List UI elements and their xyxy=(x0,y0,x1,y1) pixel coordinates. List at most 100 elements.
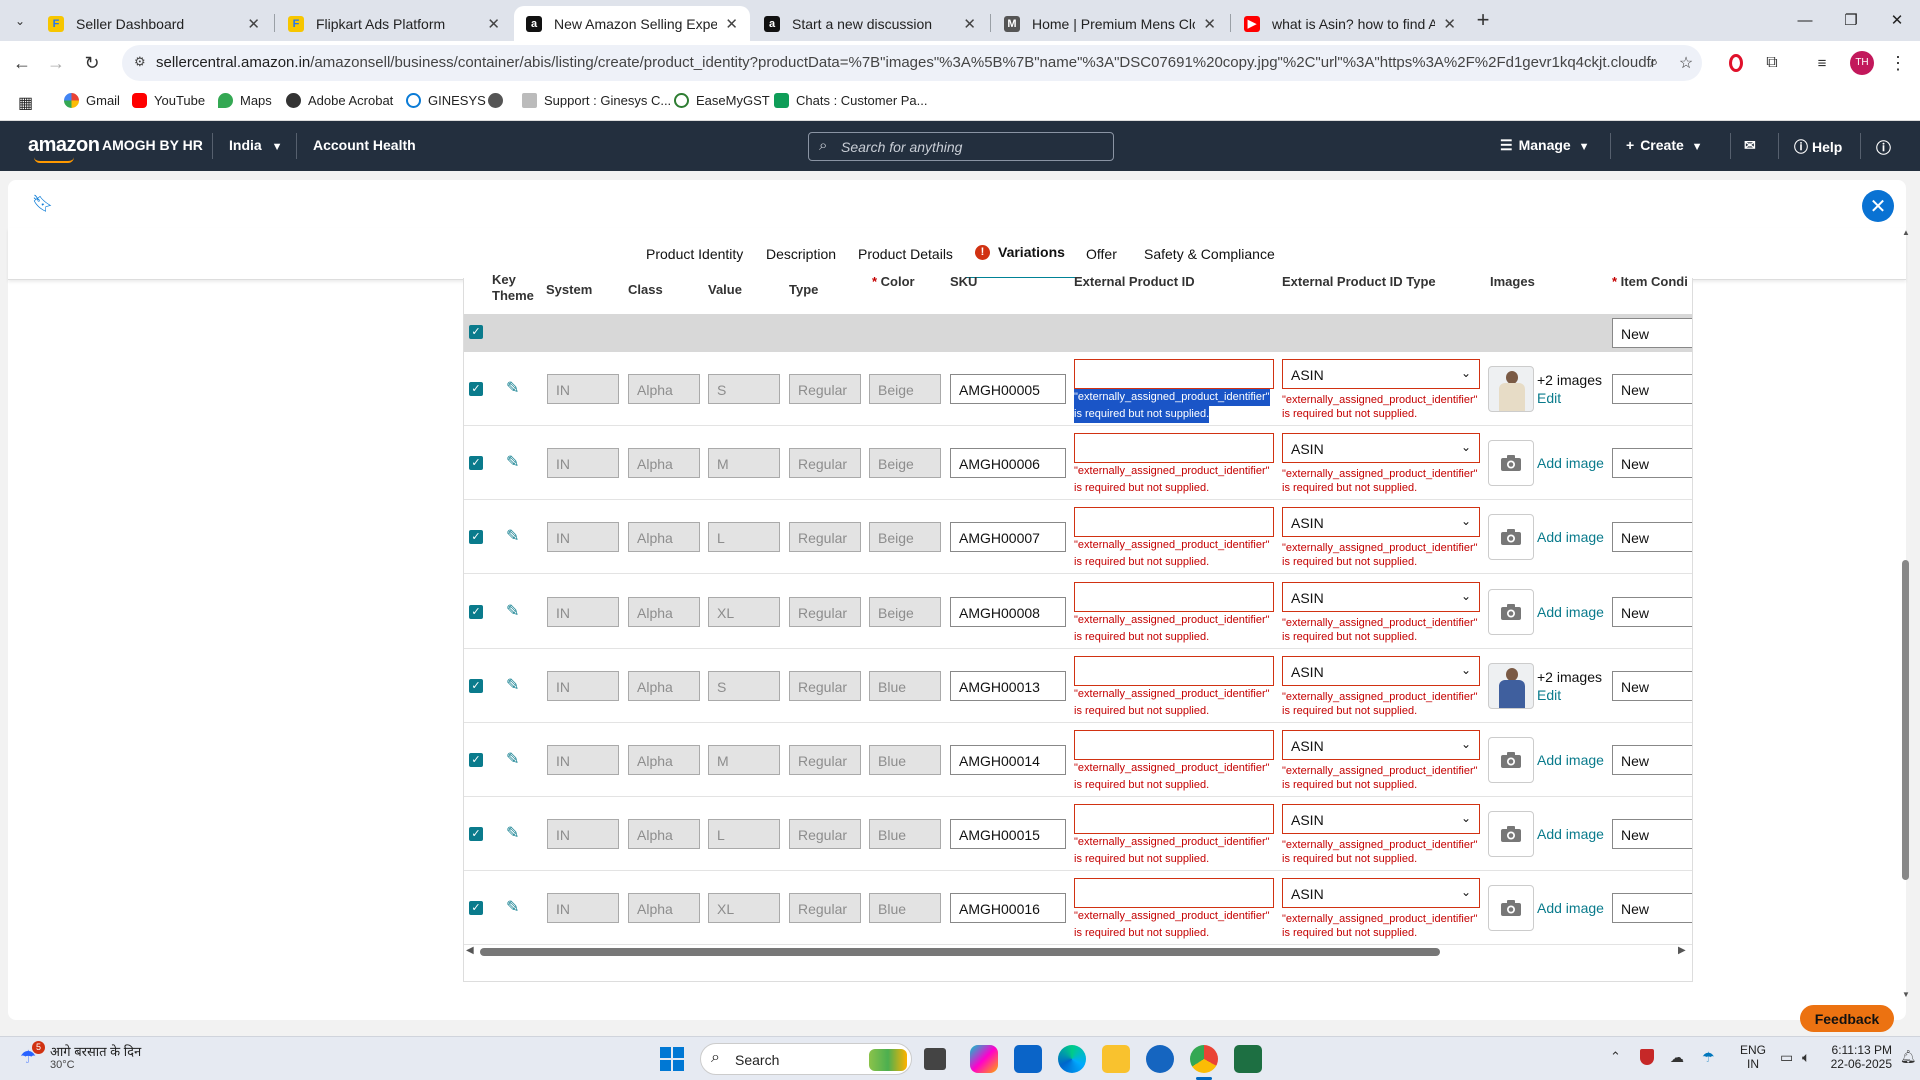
profile-avatar[interactable]: TH xyxy=(1850,51,1874,75)
mail-icon[interactable]: ✉ xyxy=(1744,137,1756,154)
product-thumbnail[interactable] xyxy=(1488,366,1534,412)
add-image-link[interactable]: Add image xyxy=(1537,455,1604,471)
bookmark-globe[interactable] xyxy=(488,93,510,108)
global-search-input[interactable]: ⌕ Search for anything xyxy=(808,132,1114,161)
window-close-icon[interactable]: ✕ xyxy=(1874,0,1920,40)
item-condition-input[interactable]: New xyxy=(1612,596,1692,627)
taskbar-search[interactable]: ⌕ Search xyxy=(700,1043,912,1075)
item-condition-input[interactable]: New xyxy=(1612,374,1692,404)
sku-input[interactable]: AMGH00006 xyxy=(950,448,1066,479)
tab-what-is-asin[interactable]: ▶ what is Asin? how to find Asin? ✕ xyxy=(1232,6,1468,41)
create-menu[interactable]: + Create ▼ xyxy=(1626,137,1703,153)
manage-menu[interactable]: ☰ Manage ▼ xyxy=(1500,137,1589,154)
add-image-camera-icon[interactable] xyxy=(1488,811,1534,858)
product-thumbnail[interactable] xyxy=(1488,662,1534,709)
external-id-type-select[interactable]: ASIN ⌄ xyxy=(1282,433,1480,464)
add-image-link[interactable]: Add image xyxy=(1537,752,1604,768)
add-image-camera-icon[interactable] xyxy=(1488,440,1534,487)
row-checkbox[interactable]: ✓ xyxy=(469,678,483,693)
external-id-type-select[interactable]: ASIN ⌄ xyxy=(1282,804,1480,835)
back-icon[interactable]: ← xyxy=(8,49,36,77)
weather-tray-icon[interactable]: ☂ xyxy=(1702,1049,1715,1066)
edit-pencil-icon[interactable]: ✎ xyxy=(506,823,519,843)
add-image-link[interactable]: Add image xyxy=(1537,900,1604,916)
tab-search-icon[interactable]: ⌄ xyxy=(8,10,32,32)
edit-images-link[interactable]: Edit xyxy=(1537,390,1561,406)
tab-flipkart-ads[interactable]: F Flipkart Ads Platform ✕ xyxy=(276,6,512,41)
tab-seller-dashboard[interactable]: F Seller Dashboard ✕ xyxy=(36,6,272,41)
tab-close-icon[interactable]: ✕ xyxy=(1443,15,1456,33)
tab-start-discussion[interactable]: a Start a new discussion ✕ xyxy=(752,6,988,41)
external-product-id-input[interactable] xyxy=(1074,730,1274,760)
step-offer[interactable]: Offer xyxy=(1086,246,1117,262)
external-id-type-select[interactable]: ASIN ⌄ xyxy=(1282,730,1480,760)
row-checkbox[interactable]: ✓ xyxy=(469,753,483,767)
scroll-down-arrow[interactable]: ▼ xyxy=(1902,990,1910,999)
notification-bell-icon[interactable]: 🔔︎ xyxy=(1900,1049,1917,1065)
external-id-type-select[interactable]: ASIN ⌄ xyxy=(1282,878,1480,909)
item-condition-input[interactable]: New xyxy=(1612,819,1692,850)
external-id-type-select[interactable]: ASIN ⌄ xyxy=(1282,507,1480,538)
scroll-up-arrow[interactable]: ▲ xyxy=(1902,228,1910,237)
country-selector[interactable]: India ▼ xyxy=(229,137,282,153)
copilot-icon[interactable] xyxy=(970,1045,998,1073)
row-checkbox[interactable]: ✓ xyxy=(469,530,483,545)
network-tray-icon[interactable]: ☁ xyxy=(1670,1049,1684,1066)
item-condition-input[interactable]: New xyxy=(1612,670,1692,701)
tab-premium-mens[interactable]: M Home | Premium Mens Clothing ✕ xyxy=(992,6,1228,41)
chrome-alt-icon[interactable] xyxy=(1146,1045,1174,1073)
account-health-link[interactable]: Account Health xyxy=(313,137,416,153)
item-condition-input[interactable]: New xyxy=(1612,448,1692,479)
external-product-id-input[interactable] xyxy=(1074,507,1274,538)
sku-input[interactable]: AMGH00016 xyxy=(950,893,1066,924)
add-image-link[interactable]: Add image xyxy=(1537,604,1604,620)
edge-icon[interactable] xyxy=(1058,1045,1086,1073)
language-indicator[interactable]: ENG IN xyxy=(1738,1043,1768,1071)
forward-icon[interactable]: → xyxy=(42,49,70,77)
apps-grid-icon[interactable]: ▦ xyxy=(18,93,33,113)
bookmark-maps[interactable]: Maps xyxy=(218,93,272,108)
close-panel-button[interactable]: ✕ xyxy=(1862,190,1894,222)
sku-input[interactable]: AMGH00014 xyxy=(950,745,1066,775)
reload-icon[interactable]: ↻ xyxy=(78,49,106,77)
external-product-id-input[interactable] xyxy=(1074,655,1274,686)
tab-close-icon[interactable]: ✕ xyxy=(1203,15,1216,33)
amazon-logo[interactable]: amazon xyxy=(28,134,100,157)
external-product-id-input[interactable] xyxy=(1074,878,1274,909)
info-icon[interactable]: ⓘ xyxy=(1876,137,1891,158)
bookmark-star-icon[interactable]: ☆ xyxy=(1672,49,1700,77)
clock[interactable]: 6:11:13 PM 22-06-2025 xyxy=(1830,1043,1892,1071)
edit-pencil-icon[interactable]: ✎ xyxy=(506,378,519,398)
help-link[interactable]: ⓘ Help xyxy=(1794,137,1842,157)
row-checkbox[interactable]: ✓ xyxy=(469,382,483,396)
volume-tray-icon[interactable]: 🔈︎ xyxy=(1802,1049,1810,1066)
site-info-icon[interactable]: ⚙ xyxy=(134,54,146,70)
task-view-icon[interactable] xyxy=(924,1048,946,1070)
bookmark-easemygst[interactable]: EaseMyGST xyxy=(674,93,770,108)
edit-images-link[interactable]: Edit xyxy=(1537,687,1561,703)
bookmark-icon[interactable]: 🔖︎ xyxy=(32,194,54,214)
bookmark-support-ginesys[interactable]: Support : Ginesys C... xyxy=(522,93,671,108)
edit-pencil-icon[interactable]: ✎ xyxy=(506,601,519,621)
bookmark-adobe-acrobat[interactable]: Adobe Acrobat xyxy=(286,93,393,108)
horizontal-scrollbar[interactable] xyxy=(480,948,1440,956)
zoom-icon[interactable]: ⌕ xyxy=(1640,49,1668,77)
row-checkbox[interactable]: ✓ xyxy=(469,901,483,916)
select-all-checkbox[interactable]: ✓ xyxy=(469,325,483,339)
tab-amazon-selling[interactable]: a New Amazon Selling Experience ✕ xyxy=(514,6,750,41)
external-id-type-select[interactable]: ASIN ⌄ xyxy=(1282,655,1480,686)
sku-input[interactable]: AMGH00013 xyxy=(950,670,1066,701)
scroll-left-arrow[interactable]: ◀ xyxy=(466,945,474,956)
step-description[interactable]: Description xyxy=(766,246,836,262)
feedback-button[interactable]: Feedback xyxy=(1800,1005,1894,1032)
file-explorer-icon[interactable] xyxy=(1102,1045,1130,1073)
bookmark-youtube[interactable]: YouTube xyxy=(132,93,205,108)
address-bar[interactable]: ⚙ sellercentral.amazon.in/amazonsell/bus… xyxy=(122,45,1702,81)
tab-close-icon[interactable]: ✕ xyxy=(963,15,976,33)
row-checkbox[interactable]: ✓ xyxy=(469,456,483,471)
external-product-id-input[interactable] xyxy=(1074,581,1274,612)
tray-chevron-icon[interactable]: ⌃ xyxy=(1610,1049,1621,1065)
item-condition-input[interactable]: New xyxy=(1612,745,1692,775)
extensions-icon[interactable]: ⧉ xyxy=(1758,49,1786,77)
bookmark-chats[interactable]: Chats : Customer Pa... xyxy=(774,93,928,108)
